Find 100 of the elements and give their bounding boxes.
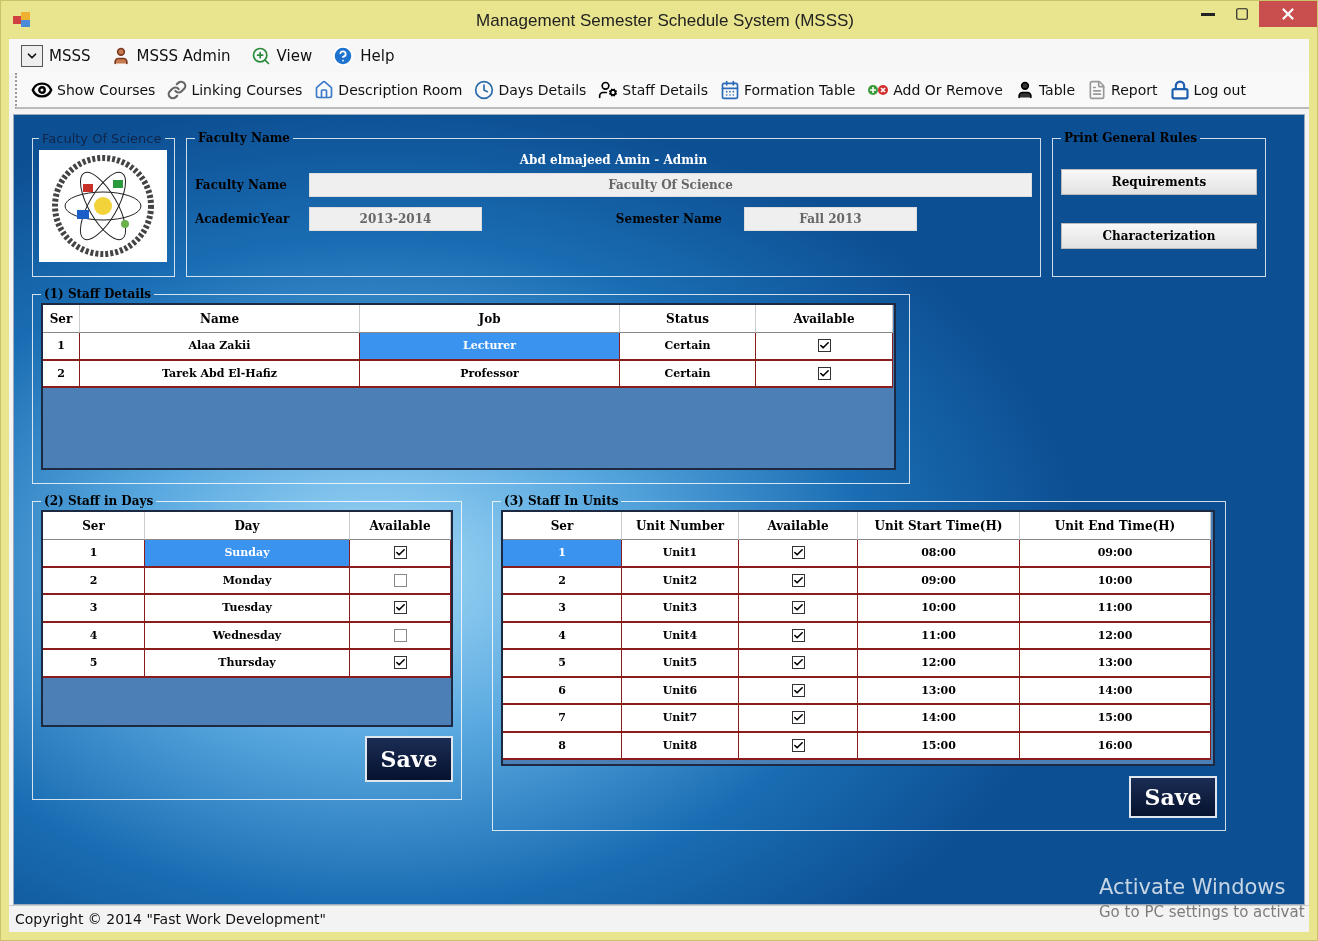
checkbox[interactable] — [791, 656, 805, 670]
eye-icon — [31, 79, 53, 101]
toolbar-button[interactable]: Days Details — [474, 80, 587, 100]
column-header[interactable]: Ser — [43, 305, 80, 333]
menu-item[interactable]: MSSS — [21, 45, 91, 67]
toolbar-button[interactable]: Description Room — [314, 80, 463, 100]
table-cell[interactable]: 16:00 — [1020, 732, 1211, 760]
toolbar-button[interactable]: Add Or Remove — [867, 82, 1003, 98]
table-cell[interactable]: Unit5 — [622, 650, 739, 678]
toolbar-button[interactable]: Table — [1014, 80, 1076, 100]
table-cell[interactable]: Alaa Zakii — [80, 333, 360, 361]
table-cell[interactable]: 5 — [503, 650, 622, 678]
toolbar-button[interactable]: Linking Courses — [167, 80, 303, 100]
input-field[interactable]: Faculty Of Science — [309, 173, 1032, 197]
toolbar-button[interactable]: Formation Table — [719, 80, 856, 100]
table-cell[interactable]: 3 — [503, 595, 622, 623]
table-cell[interactable]: 10:00 — [858, 595, 1020, 623]
table-cell[interactable]: Professor — [360, 360, 620, 388]
toolbar-button[interactable]: Show Courses — [31, 79, 156, 101]
column-header[interactable]: Unit End Time(H) — [1020, 512, 1211, 540]
table-cell[interactable]: 6 — [503, 677, 622, 705]
checkbox[interactable] — [393, 573, 407, 587]
table-cell[interactable]: 13:00 — [1020, 650, 1211, 678]
table-cell[interactable]: Certain — [620, 333, 756, 361]
table-cell[interactable]: 11:00 — [858, 622, 1020, 650]
table-cell[interactable]: 3 — [43, 595, 145, 623]
checkbox[interactable] — [393, 656, 407, 670]
table-cell[interactable]: Unit8 — [622, 732, 739, 760]
table-cell[interactable]: Unit7 — [622, 705, 739, 733]
table-cell[interactable]: 10:00 — [1020, 567, 1211, 595]
print-button[interactable]: Requirements — [1061, 169, 1257, 195]
column-header[interactable]: Available — [756, 305, 893, 333]
close-button[interactable] — [1259, 1, 1317, 27]
toolbar-button[interactable]: Staff Details — [598, 80, 708, 100]
checkbox[interactable] — [791, 683, 805, 697]
table-cell[interactable]: Unit1 — [622, 540, 739, 568]
table-cell[interactable]: 12:00 — [1020, 622, 1211, 650]
table-cell[interactable]: 12:00 — [858, 650, 1020, 678]
table-cell[interactable]: Monday — [145, 567, 350, 595]
table-cell[interactable]: 11:00 — [1020, 595, 1211, 623]
input-field[interactable]: 2013-2014 — [309, 207, 482, 231]
table-cell[interactable]: 1 — [43, 540, 145, 568]
checkbox[interactable] — [817, 339, 831, 353]
table-cell[interactable]: 4 — [43, 622, 145, 650]
table-cell[interactable]: Unit3 — [622, 595, 739, 623]
add-remove-icon — [867, 84, 890, 96]
checkbox[interactable] — [791, 628, 805, 642]
table-cell[interactable]: 5 — [43, 650, 145, 678]
print-button[interactable]: Characterization — [1061, 223, 1257, 249]
table-cell[interactable]: Tuesday — [145, 595, 350, 623]
table-cell[interactable]: 14:00 — [1020, 677, 1211, 705]
table-cell[interactable]: 08:00 — [858, 540, 1020, 568]
checkbox[interactable] — [393, 546, 407, 560]
column-header[interactable]: Available — [350, 512, 451, 540]
column-header[interactable]: Ser — [43, 512, 145, 540]
table-cell[interactable]: Tarek Abd El-Hafiz — [80, 360, 360, 388]
column-header[interactable]: Unit Number — [622, 512, 739, 540]
checkbox[interactable] — [791, 738, 805, 752]
column-header[interactable]: Day — [145, 512, 350, 540]
table-cell[interactable]: Wednesday — [145, 622, 350, 650]
table-cell[interactable]: 09:00 — [858, 567, 1020, 595]
table-cell[interactable]: Unit4 — [622, 622, 739, 650]
checkbox[interactable] — [393, 601, 407, 615]
menu-item[interactable]: View — [250, 46, 313, 66]
checkbox[interactable] — [791, 601, 805, 615]
save-button[interactable]: Save — [365, 736, 453, 782]
table-cell[interactable]: Unit2 — [622, 567, 739, 595]
column-header[interactable]: Name — [80, 305, 360, 333]
column-header[interactable]: Available — [739, 512, 858, 540]
table-cell[interactable]: 15:00 — [858, 732, 1020, 760]
column-header[interactable]: Unit Start Time(H) — [858, 512, 1020, 540]
table-cell[interactable]: 4 — [503, 622, 622, 650]
menu-item[interactable]: MSSS Admin — [110, 46, 231, 66]
checkbox[interactable] — [791, 711, 805, 725]
checkbox[interactable] — [393, 628, 407, 642]
checkbox[interactable] — [791, 573, 805, 587]
status-text: Copyright © 2014 "Fast Work Development" — [15, 911, 326, 927]
checkbox[interactable] — [817, 366, 831, 380]
table-cell[interactable]: 2 — [503, 567, 622, 595]
table-cell[interactable]: 13:00 — [858, 677, 1020, 705]
table-cell[interactable]: 09:00 — [1020, 540, 1211, 568]
checkbox[interactable] — [791, 546, 805, 560]
column-header[interactable]: Job — [360, 305, 620, 333]
table-cell[interactable]: 2 — [43, 567, 145, 595]
column-header[interactable]: Ser — [503, 512, 622, 540]
toolbar-button[interactable]: Report — [1087, 80, 1158, 100]
table-cell[interactable]: 15:00 — [1020, 705, 1211, 733]
table-cell[interactable]: Thursday — [145, 650, 350, 678]
table-cell[interactable]: 8 — [503, 732, 622, 760]
table-cell[interactable]: 14:00 — [858, 705, 1020, 733]
menu-item[interactable]: Help — [332, 45, 395, 67]
table-cell[interactable]: 2 — [43, 360, 80, 388]
table-cell[interactable]: Unit6 — [622, 677, 739, 705]
table-cell[interactable]: 7 — [503, 705, 622, 733]
toolbar-button[interactable]: Log out — [1169, 80, 1246, 100]
save-button[interactable]: Save — [1129, 776, 1217, 818]
table-cell[interactable]: Certain — [620, 360, 756, 388]
input-field[interactable]: Fall 2013 — [744, 207, 917, 231]
table-cell[interactable]: 1 — [43, 333, 80, 361]
column-header[interactable]: Status — [620, 305, 756, 333]
